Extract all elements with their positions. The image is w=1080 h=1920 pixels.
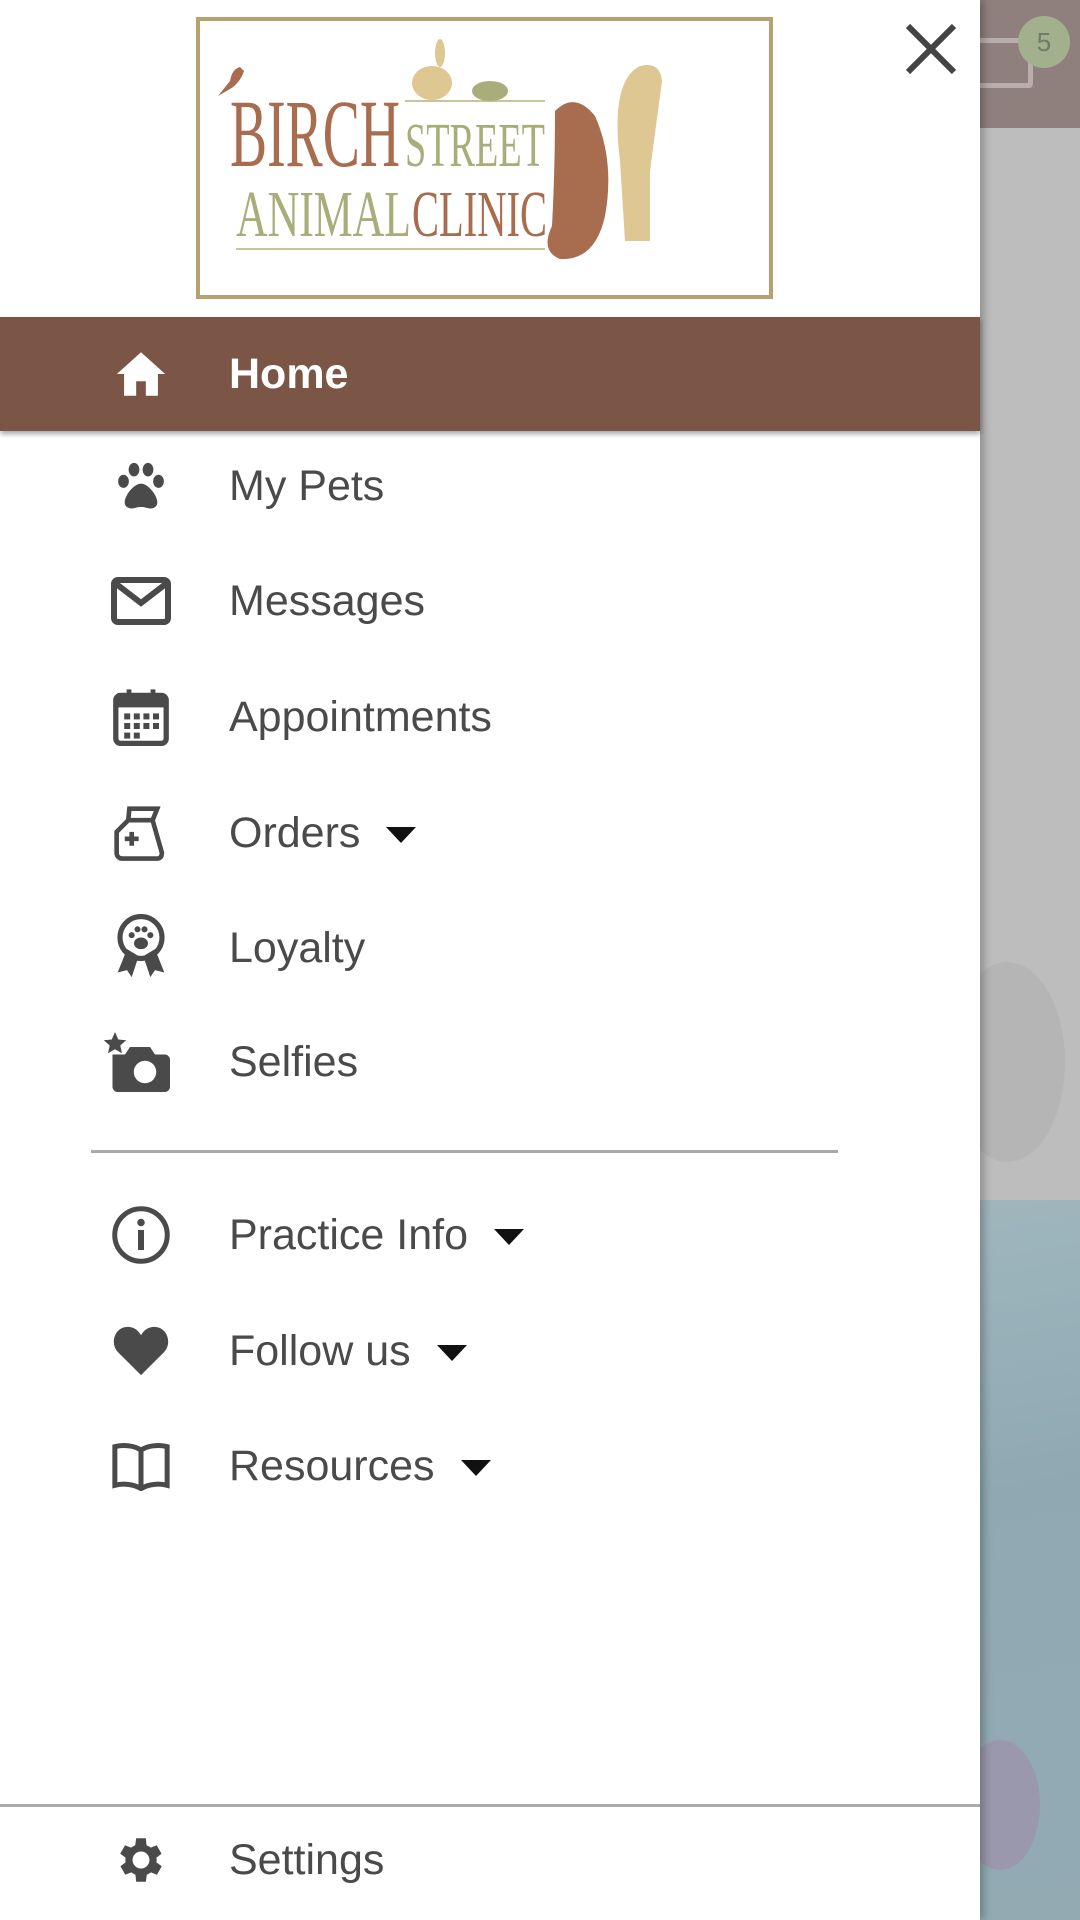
nav-item-selfies[interactable]: Selfies (0, 1005, 980, 1119)
nav-item-loyalty[interactable]: Loyalty (0, 891, 980, 1005)
award-ribbon-icon (111, 914, 171, 978)
menu-divider (91, 1150, 838, 1153)
caret-down-icon[interactable] (494, 1229, 524, 1246)
camera-star-icon (102, 1032, 178, 1092)
nav-item-appointments[interactable]: Appointments (0, 660, 980, 774)
paw-icon (111, 456, 171, 516)
info-circle-icon (111, 1205, 171, 1265)
caret-down-icon[interactable] (386, 827, 417, 844)
navigation-drawer: BIRCH STREET ANIMAL CLINIC Home My Pets … (0, 0, 980, 1920)
nav-item-messages[interactable]: Messages (0, 544, 980, 658)
close-icon (905, 23, 957, 75)
envelope-icon (111, 571, 171, 631)
nav-item-practice-info[interactable]: Practice Info (0, 1178, 980, 1292)
follow-us-label: Follow us (229, 1326, 411, 1375)
svg-text:CLINIC: CLINIC (412, 178, 547, 251)
gear-icon (111, 1830, 171, 1890)
nav-item-resources[interactable]: Resources (0, 1409, 980, 1523)
svg-text:ANIMAL: ANIMAL (236, 178, 411, 251)
caret-down-icon[interactable] (460, 1460, 491, 1477)
nav-item-settings[interactable]: Settings (0, 1803, 980, 1917)
practice-info-label: Practice Info (229, 1210, 468, 1259)
clinic-logo: BIRCH STREET ANIMAL CLINIC (196, 17, 773, 299)
nav-item-follow-us[interactable]: Follow us (0, 1294, 980, 1408)
pet-food-bag-icon (111, 803, 171, 863)
nav-item-my-pets[interactable]: My Pets (0, 429, 980, 543)
close-drawer-button[interactable] (900, 18, 962, 80)
caret-down-icon[interactable] (436, 1345, 467, 1362)
svg-text:STREET: STREET (405, 112, 545, 180)
nav-item-home[interactable]: Home (0, 317, 980, 431)
orders-label: Orders (229, 808, 361, 857)
nav-item-orders[interactable]: Orders (0, 776, 980, 890)
heart-icon (111, 1321, 171, 1381)
book-icon (111, 1436, 171, 1496)
resources-label: Resources (229, 1441, 435, 1490)
mail-badge: 5 (1018, 16, 1070, 68)
svg-text:BIRCH: BIRCH (230, 80, 400, 187)
calendar-icon (111, 687, 171, 747)
home-icon (111, 344, 171, 404)
